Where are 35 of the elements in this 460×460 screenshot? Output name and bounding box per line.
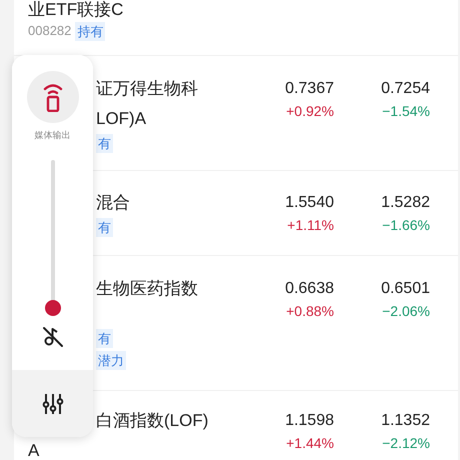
volume-slider[interactable] — [44, 160, 60, 316]
net-value: 1.1352 — [381, 411, 430, 431]
holding-tag: 有 — [96, 134, 113, 153]
net-value: 0.6501 — [381, 279, 430, 299]
fund-name: 混合 — [96, 192, 130, 214]
fund-name: 生物医药指数 — [96, 278, 198, 300]
change-percent: +1.44% — [286, 434, 334, 453]
holding-tag: 有 — [96, 218, 113, 237]
holding-tag: 潜力 — [96, 351, 126, 370]
holding-tag: 持有 — [75, 22, 106, 40]
fund-row[interactable]: 业ETF联接C 008282 持有 — [14, 0, 458, 55]
fund-name: A — [28, 440, 40, 460]
change-percent: −2.12% — [382, 434, 430, 453]
change-percent: −2.06% — [382, 302, 430, 321]
net-value: 0.7254 — [381, 79, 430, 99]
fund-name: LOF)A — [96, 108, 146, 130]
change-percent: +0.88% — [286, 302, 334, 321]
net-value: 0.7367 — [285, 79, 334, 99]
net-value: 0.6638 — [285, 279, 334, 299]
net-value: 1.5540 — [285, 193, 334, 213]
muted-note-icon[interactable] — [40, 324, 64, 348]
change-percent: +1.11% — [287, 216, 334, 235]
change-percent: +0.92% — [286, 102, 334, 121]
change-percent: −1.54% — [382, 102, 430, 121]
equalizer-icon[interactable] — [40, 392, 64, 416]
net-value: 1.1598 — [285, 411, 334, 431]
fund-name: 业ETF联接C — [28, 0, 124, 20]
net-value: 1.5282 — [381, 193, 430, 213]
fund-name: 白酒指数(LOF) — [96, 410, 208, 432]
media-output-label: 媒体输出 — [34, 129, 70, 142]
holding-tag: 有 — [96, 329, 113, 348]
change-percent: −1.66% — [382, 216, 430, 235]
fund-name: 证万得生物科 — [96, 78, 198, 100]
fund-code: 008282 — [28, 22, 72, 40]
slider-thumb[interactable] — [44, 300, 60, 316]
